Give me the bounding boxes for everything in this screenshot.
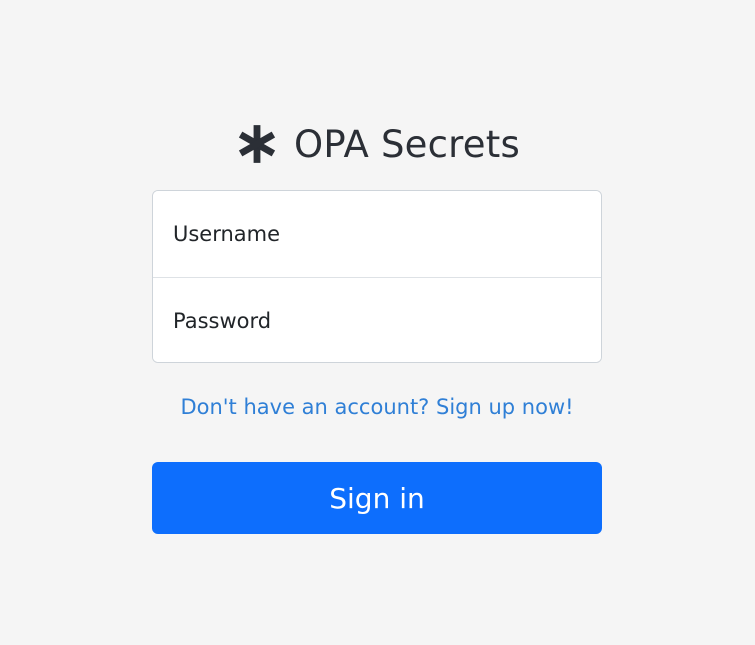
sign-in-button[interactable]: Sign in xyxy=(152,462,602,534)
username-field[interactable] xyxy=(153,191,601,277)
login-page: OPA Secrets Don't have an account? Sign … xyxy=(0,0,755,645)
signup-link[interactable]: Don't have an account? Sign up now! xyxy=(152,395,602,419)
brand-header: OPA Secrets xyxy=(152,116,602,172)
asterisk-icon xyxy=(234,121,280,167)
app-title: OPA Secrets xyxy=(294,122,520,166)
password-field[interactable] xyxy=(153,278,601,362)
login-form xyxy=(152,190,602,363)
